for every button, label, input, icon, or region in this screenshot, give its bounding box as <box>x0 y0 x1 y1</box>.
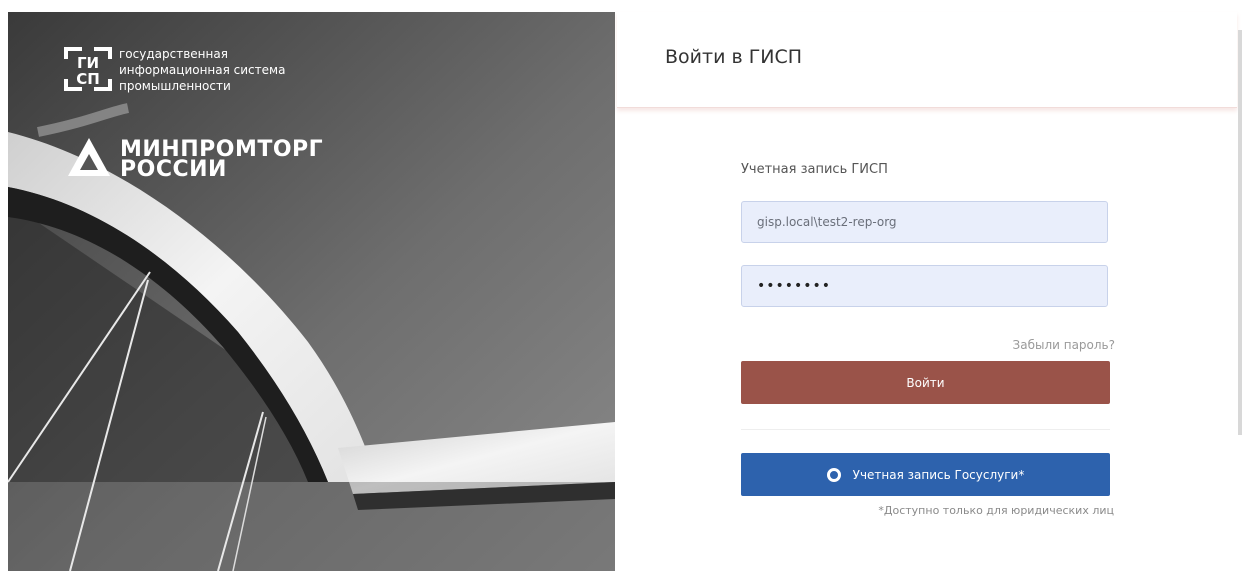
scrollbar[interactable] <box>1238 30 1242 435</box>
minpromtorg-logo-icon <box>68 138 110 176</box>
gosuslugi-note: *Доступно только для юридических лиц <box>878 504 1114 517</box>
page-title: Войти в ГИСП <box>665 46 803 68</box>
gisp-logo-icon: ГИ СП <box>64 47 112 91</box>
svg-text:СП: СП <box>76 70 100 88</box>
forgot-password-link[interactable]: Забыли пароль? <box>1013 338 1115 352</box>
gisp-line-3: промышленности <box>119 79 231 93</box>
login-input[interactable] <box>741 201 1108 243</box>
ministry-line-2: РОССИИ <box>120 157 227 182</box>
gisp-line-2: информационная система <box>119 63 286 77</box>
hero-panel: ГИ СП государственная информационная сис… <box>8 12 615 571</box>
gosuslugi-login-button[interactable]: Учетная запись Госуслуги* <box>741 453 1110 496</box>
gisp-name: государственная информационная система п… <box>119 46 285 94</box>
account-label: Учетная запись ГИСП <box>741 162 888 177</box>
login-button[interactable]: Войти <box>741 361 1110 404</box>
gosuslugi-icon <box>826 467 841 482</box>
ministry-name: МИНПРОМТОРГ РОССИИ <box>120 139 323 182</box>
bridge-photo <box>8 12 615 571</box>
divider <box>741 429 1110 430</box>
gisp-line-1: государственная <box>119 47 228 61</box>
password-input[interactable] <box>741 265 1108 307</box>
login-header: Войти в ГИСП <box>617 12 1237 108</box>
gosuslugi-label: Учетная запись Госуслуги* <box>852 467 1025 482</box>
